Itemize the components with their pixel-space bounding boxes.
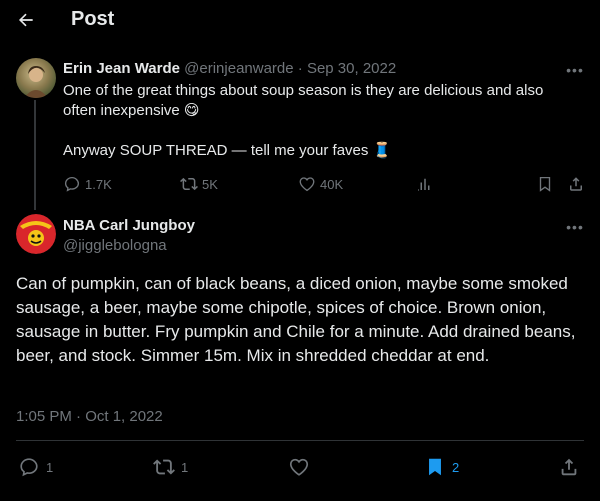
post-text: One of the great things about soup seaso… [63, 81, 573, 161]
repost-action[interactable]: 5K [180, 175, 218, 193]
reply-text: Can of pumpkin, can of black beans, a di… [16, 274, 576, 365]
like-action[interactable]: 40K [298, 175, 343, 193]
reply-count: 1.7K [85, 176, 112, 192]
post-meta: Erin Jean Warde @erinjeanwarde · Sep 30,… [63, 60, 396, 77]
share-action[interactable] [558, 456, 580, 478]
yum-emoji-icon: 😋 [183, 102, 200, 119]
post-timestamp[interactable]: 1:05 PM · Oct 1, 2022 [16, 408, 163, 425]
bookmark-filled-icon [429, 458, 441, 476]
analytics-icon [418, 178, 430, 191]
top-bar: Post [0, 0, 600, 40]
back-arrow-icon[interactable] [14, 8, 38, 32]
repost-icon [153, 459, 175, 475]
author-name[interactable]: Erin Jean Warde [63, 60, 180, 77]
bookmark-action[interactable]: 2 [424, 456, 459, 478]
thread-emoji-icon: 🧵 [372, 142, 392, 159]
reply-count: 1 [46, 459, 54, 475]
thread-connector-line [34, 100, 36, 210]
repost-icon [180, 177, 198, 191]
heart-icon [289, 458, 309, 476]
repost-count: 5K [202, 176, 218, 192]
divider [16, 440, 584, 441]
reply-action[interactable]: 1 [18, 456, 53, 478]
like-count: 40K [320, 176, 344, 192]
like-action[interactable] [288, 456, 316, 478]
reply-icon [64, 176, 80, 192]
views-action[interactable] [416, 175, 434, 193]
avatar[interactable] [16, 58, 56, 98]
author-handle[interactable]: @jigglebologna [63, 237, 167, 254]
meta-separator: · [297, 60, 303, 77]
bookmark-icon [539, 176, 551, 192]
more-options-icon[interactable]: ••• [565, 217, 585, 237]
post-text-line2: Anyway SOUP THREAD — tell me your faves [63, 142, 369, 159]
repost-action[interactable]: 1 [153, 456, 188, 478]
share-icon [570, 177, 582, 191]
heart-icon [299, 177, 315, 192]
post-date[interactable]: Sep 30, 2022 [307, 60, 396, 77]
more-options-icon[interactable]: ••• [565, 60, 585, 80]
share-action[interactable] [567, 175, 585, 193]
bookmark-action[interactable] [536, 175, 554, 193]
author-name[interactable]: NBA Carl Jungboy [63, 217, 195, 234]
share-icon [561, 458, 577, 476]
bookmark-count: 2 [452, 459, 460, 475]
repost-count: 1 [181, 459, 189, 475]
author-handle[interactable]: @erinjeanwarde [184, 60, 293, 77]
page-title: Post [71, 8, 115, 30]
reply-action[interactable]: 1.7K [63, 175, 112, 193]
reply-icon [20, 458, 38, 477]
avatar[interactable] [16, 214, 56, 254]
post-text-line1: One of the great things about soup seaso… [63, 82, 544, 119]
